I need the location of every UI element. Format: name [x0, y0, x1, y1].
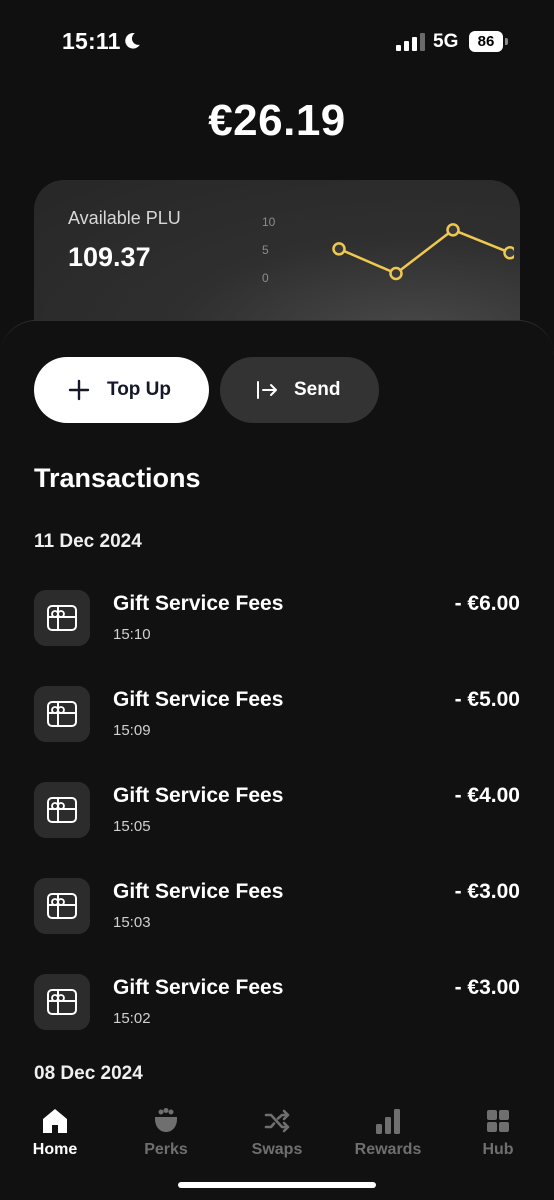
pot-icon: [155, 1108, 177, 1132]
gift-card-icon: [34, 878, 90, 934]
chart-data-point: [503, 246, 514, 260]
battery-level: 86: [469, 31, 503, 52]
transaction-amount: - €5.00: [454, 688, 520, 711]
transaction-title: Gift Service Fees: [113, 880, 284, 903]
status-time: 15:11: [62, 28, 121, 54]
gift-card-icon: [34, 590, 90, 646]
nav-item-perks[interactable]: Perks: [116, 1106, 216, 1159]
y-tick-label: 10: [262, 215, 276, 229]
transaction-time: 15:09: [113, 722, 151, 739]
top-up-label: Top Up: [107, 379, 172, 400]
transaction-time: 15:02: [113, 1010, 151, 1027]
nav-label: Perks: [144, 1141, 188, 1158]
plu-value: 109.37: [68, 242, 151, 272]
bar-chart-icon: [376, 1109, 400, 1134]
transaction-time: 15:03: [113, 914, 151, 931]
chart-data-point: [389, 266, 403, 281]
y-tick-label: 5: [262, 243, 269, 257]
nav-label: Hub: [482, 1141, 514, 1158]
shuffle-icon: [264, 1109, 290, 1133]
plu-chart: 10 5 0: [262, 215, 514, 285]
transaction-title: Gift Service Fees: [113, 592, 284, 615]
nav-label: Rewards: [354, 1141, 422, 1158]
nav-item-hub[interactable]: Hub: [448, 1106, 548, 1159]
chart-data-point: [332, 242, 346, 256]
battery-tip: [505, 38, 508, 45]
send-button[interactable]: Send: [220, 357, 379, 423]
screen: 15:11 5G 86 €26.19 Available PLU 109.37 …: [0, 0, 554, 1200]
gift-card-icon: [34, 686, 90, 742]
grid-icon: [487, 1110, 509, 1132]
transaction-title: Gift Service Fees: [113, 784, 284, 807]
transaction-title: Gift Service Fees: [113, 976, 284, 999]
signal-icon: [396, 33, 425, 51]
network-label: 5G: [433, 31, 459, 52]
plu-label: Available PLU: [68, 208, 181, 228]
transaction-row[interactable]: Gift Service Fees 15:05 - €4.00: [34, 782, 520, 842]
moon-icon: [125, 33, 140, 49]
transactions-title: Transactions: [34, 463, 201, 493]
transaction-amount: - €3.00: [454, 880, 520, 903]
transaction-row[interactable]: Gift Service Fees 15:03 - €3.00: [34, 878, 520, 938]
home-indicator: [178, 1182, 376, 1188]
transaction-time: 15:05: [113, 818, 151, 835]
date-header: 11 Dec 2024: [34, 531, 142, 552]
send-label: Send: [294, 379, 341, 400]
chart-series-line: [338, 228, 511, 275]
nav-label: Home: [32, 1141, 78, 1158]
chart-data-point: [446, 223, 460, 237]
transaction-amount: - €4.00: [454, 784, 520, 807]
nav-item-swaps[interactable]: Swaps: [227, 1106, 327, 1159]
top-up-button[interactable]: Top Up: [34, 357, 209, 423]
date-header: 08 Dec 2024: [34, 1063, 143, 1084]
transaction-title: Gift Service Fees: [113, 688, 284, 711]
transactions-sheet: Top Up Send Transactions 11 Dec 2024 Gif…: [0, 320, 554, 1200]
nav-item-home[interactable]: Home: [5, 1106, 105, 1159]
battery-icon: 86: [469, 31, 509, 52]
transaction-amount: - €6.00: [454, 592, 520, 615]
transaction-row[interactable]: Gift Service Fees 15:09 - €5.00: [34, 686, 520, 746]
status-bar: 15:11 5G 86: [0, 0, 554, 84]
transaction-row[interactable]: Gift Service Fees 15:02 - €3.00: [34, 974, 520, 1034]
nav-item-rewards[interactable]: Rewards: [338, 1106, 438, 1159]
transaction-time: 15:10: [113, 626, 151, 643]
transaction-amount: - €3.00: [454, 976, 520, 999]
gift-card-icon: [34, 782, 90, 838]
balance-amount: €26.19: [208, 96, 346, 145]
nav-label: Swaps: [251, 1141, 303, 1158]
y-tick-label: 0: [262, 271, 269, 285]
send-arrow-icon: [257, 381, 277, 399]
plus-icon: [68, 379, 90, 401]
gift-card-icon: [34, 974, 90, 1030]
home-icon: [43, 1109, 67, 1133]
transaction-row[interactable]: Gift Service Fees 15:10 - €6.00: [34, 590, 520, 650]
